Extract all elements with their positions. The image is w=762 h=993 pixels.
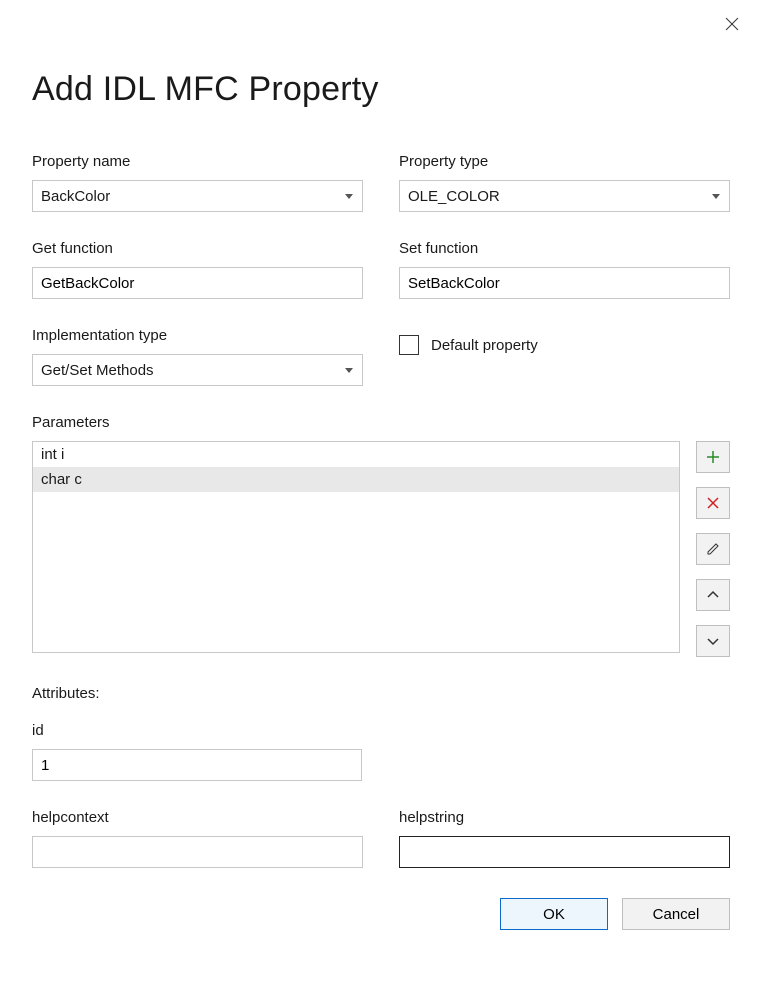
chevron-down-icon xyxy=(711,191,721,201)
dialog-title: Add IDL MFC Property xyxy=(32,70,730,109)
get-function-label: Get function xyxy=(32,240,363,257)
parameters-label: Parameters xyxy=(32,414,730,431)
close-button[interactable] xyxy=(722,14,742,34)
helpcontext-label: helpcontext xyxy=(32,809,363,826)
property-name-combo[interactable]: BackColor xyxy=(32,180,363,212)
parameters-list[interactable]: int ichar c xyxy=(32,441,680,653)
edit-parameter-button[interactable] xyxy=(696,533,730,565)
list-item[interactable]: char c xyxy=(33,467,679,492)
chevron-down-icon xyxy=(705,633,721,649)
chevron-down-icon xyxy=(344,191,354,201)
implementation-type-value: Get/Set Methods xyxy=(41,362,154,379)
property-name-value: BackColor xyxy=(41,188,110,205)
add-parameter-button[interactable] xyxy=(696,441,730,473)
property-type-value: OLE_COLOR xyxy=(408,188,500,205)
helpcontext-input[interactable] xyxy=(32,836,363,868)
chevron-up-icon xyxy=(705,587,721,603)
ok-button[interactable]: OK xyxy=(500,898,608,930)
cancel-button[interactable]: Cancel xyxy=(622,898,730,930)
helpstring-label: helpstring xyxy=(399,809,730,826)
move-up-button[interactable] xyxy=(696,579,730,611)
close-icon xyxy=(725,17,739,31)
id-input[interactable] xyxy=(32,749,362,781)
remove-parameter-button[interactable] xyxy=(696,487,730,519)
attributes-label: Attributes: xyxy=(32,685,730,702)
property-type-combo[interactable]: OLE_COLOR xyxy=(399,180,730,212)
list-item[interactable]: int i xyxy=(33,442,679,467)
get-function-input[interactable] xyxy=(32,267,363,299)
chevron-down-icon xyxy=(344,365,354,375)
default-property-checkbox[interactable] xyxy=(399,335,419,355)
helpstring-input[interactable] xyxy=(399,836,730,868)
x-icon xyxy=(705,495,721,511)
id-label: id xyxy=(32,722,730,739)
default-property-label: Default property xyxy=(431,337,538,354)
property-type-label: Property type xyxy=(399,153,730,170)
pencil-icon xyxy=(705,541,721,557)
set-function-input[interactable] xyxy=(399,267,730,299)
property-name-label: Property name xyxy=(32,153,363,170)
plus-icon xyxy=(705,449,721,465)
implementation-type-combo[interactable]: Get/Set Methods xyxy=(32,354,363,386)
implementation-type-label: Implementation type xyxy=(32,327,363,344)
move-down-button[interactable] xyxy=(696,625,730,657)
set-function-label: Set function xyxy=(399,240,730,257)
